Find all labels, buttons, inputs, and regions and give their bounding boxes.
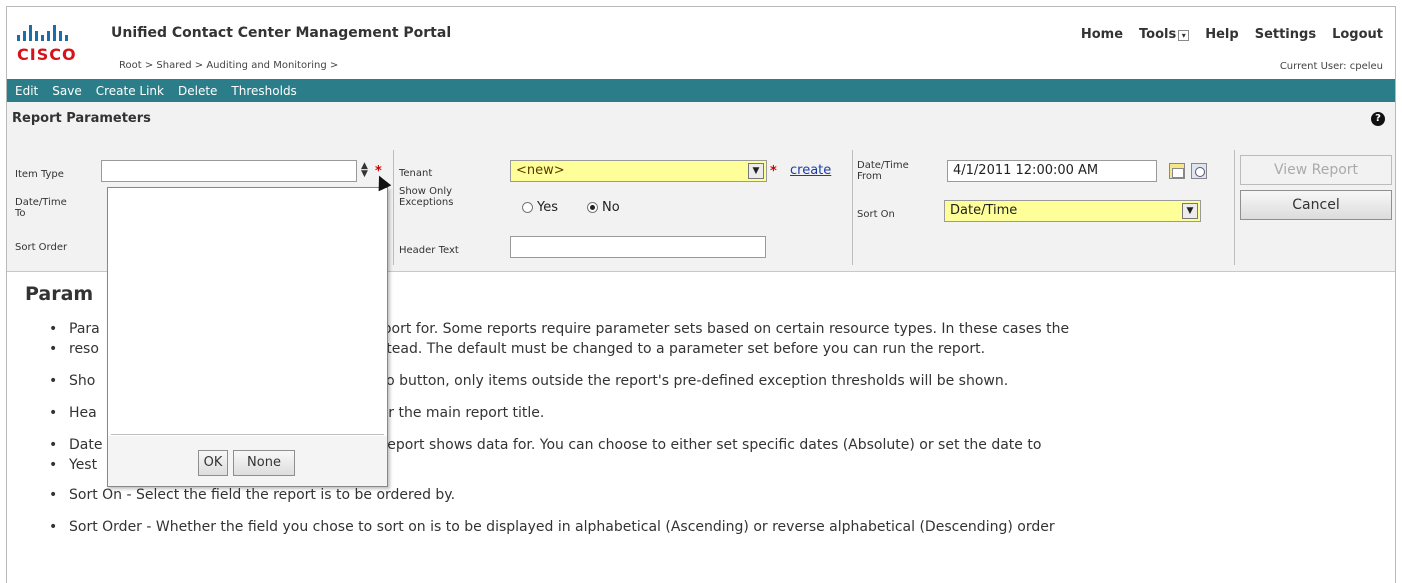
cisco-bars-icon — [17, 19, 107, 41]
date-time-from-label: Date/Time From — [857, 160, 909, 182]
sort-on-select[interactable]: Date/Time ▼ — [944, 200, 1201, 222]
action-toolbar: Edit Save Create Link Delete Thresholds — [7, 79, 1395, 102]
nav-home[interactable]: Home — [1081, 27, 1123, 42]
date-time-to-label: Date/Time To — [15, 197, 67, 219]
popup-ok-button[interactable]: OK — [198, 450, 228, 476]
parameters-heading: Param — [25, 283, 94, 305]
date-time-from-input[interactable]: 4/1/2011 12:00:00 AM — [947, 160, 1157, 182]
calendar-icon[interactable] — [1169, 163, 1185, 179]
help-icon[interactable]: ? — [1371, 112, 1385, 126]
sort-on-dropdown-icon[interactable]: ▼ — [1182, 203, 1198, 219]
nav-help[interactable]: Help — [1205, 27, 1238, 42]
thresholds-button[interactable]: Thresholds — [231, 84, 296, 98]
portal-title: Unified Contact Center Management Portal — [111, 25, 452, 41]
create-tenant-link[interactable]: create — [790, 163, 831, 178]
column-divider — [1234, 150, 1235, 265]
sort-on-value: Date/Time — [950, 203, 1018, 218]
column-divider — [393, 150, 394, 265]
column-divider — [852, 150, 853, 265]
tenant-select-value: <new> — [516, 163, 565, 178]
sort-on-label: Sort On — [857, 209, 895, 220]
radio-no-label: No — [602, 200, 620, 215]
nav-tools[interactable]: Tools ▾ — [1139, 27, 1190, 42]
cancel-button[interactable]: Cancel — [1240, 190, 1392, 220]
item-type-list[interactable] — [111, 191, 384, 435]
header-text-label: Header Text — [399, 245, 459, 256]
item-type-label: Item Type — [15, 169, 64, 180]
header: CISCO Unified Contact Center Management … — [7, 7, 1395, 79]
edit-button[interactable]: Edit — [15, 84, 38, 98]
nav-logout[interactable]: Logout — [1332, 27, 1383, 42]
header-text-input[interactable] — [510, 236, 766, 258]
clock-icon[interactable] — [1191, 163, 1207, 179]
current-user: Current User: cpeleu — [1279, 61, 1383, 72]
radio-yes-label: Yes — [537, 200, 558, 215]
required-marker: * — [770, 164, 777, 179]
save-button[interactable]: Save — [52, 84, 81, 98]
popup-none-button[interactable]: None — [233, 450, 295, 476]
tenant-dropdown-icon[interactable]: ▼ — [748, 163, 764, 179]
radio-yes-icon[interactable] — [522, 202, 533, 213]
view-report-button[interactable]: View Report — [1240, 155, 1392, 185]
show-only-exceptions-label: Show Only Exceptions — [399, 186, 454, 208]
item-type-spinner-icon[interactable]: ▲ ▼ — [361, 162, 368, 179]
cisco-logo: CISCO — [17, 19, 107, 69]
exceptions-yes-radio[interactable]: Yes — [522, 200, 558, 215]
breadcrumb[interactable]: Root > Shared > Auditing and Monitoring … — [119, 60, 338, 71]
exceptions-no-radio[interactable]: No — [587, 200, 620, 215]
top-nav: Home Tools ▾ Help Settings Logout — [1081, 27, 1383, 42]
create-link-button[interactable]: Create Link — [96, 84, 164, 98]
popup-footer: OK None — [108, 436, 387, 486]
portal-window: CISCO Unified Contact Center Management … — [6, 6, 1396, 583]
tenant-select[interactable]: <new> ▼ — [510, 160, 767, 182]
list-item: Sort Order - Whether the field you chose… — [49, 517, 1369, 537]
radio-no-icon[interactable] — [587, 202, 598, 213]
item-type-field[interactable] — [101, 160, 357, 182]
tools-dropdown-icon[interactable]: ▾ — [1178, 30, 1190, 41]
delete-button[interactable]: Delete — [178, 84, 217, 98]
cisco-wordmark: CISCO — [17, 45, 77, 64]
nav-tools-label: Tools — [1139, 27, 1177, 42]
sort-order-label: Sort Order — [15, 242, 68, 253]
list-item: Sort On - Select the field the report is… — [49, 485, 1369, 505]
tenant-label: Tenant — [399, 168, 433, 179]
nav-settings[interactable]: Settings — [1255, 27, 1316, 42]
report-parameters-title: Report Parameters — [12, 111, 151, 126]
item-type-popup: OK None — [107, 187, 388, 487]
